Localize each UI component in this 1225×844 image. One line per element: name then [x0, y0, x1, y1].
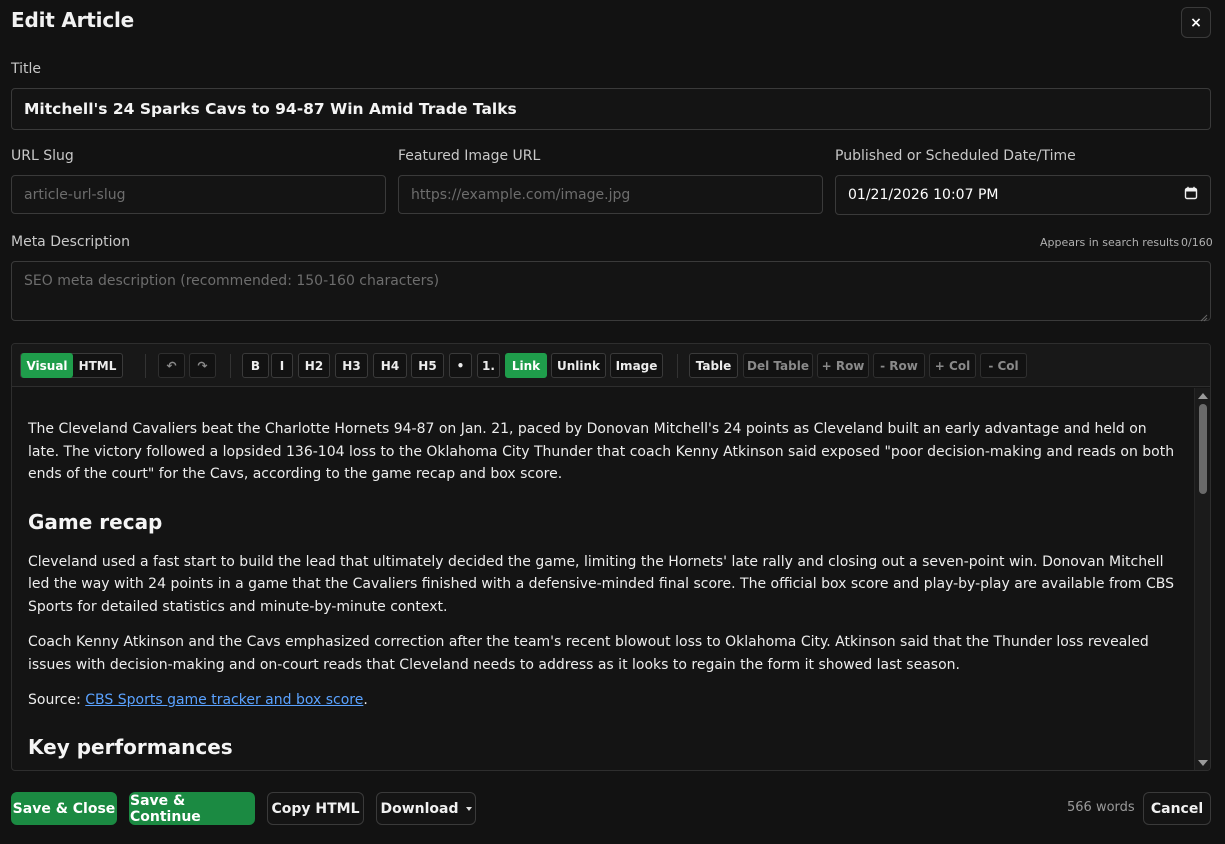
undo-button[interactable]: ↶	[158, 353, 185, 378]
image-url-label: Featured Image URL	[398, 148, 541, 164]
title-input-value: Mitchell's 24 Sparks Cavs to 94-87 Win A…	[24, 100, 517, 118]
bold-button[interactable]: B	[242, 353, 269, 378]
recap-paragraph: Cleveland used a fast start to build the…	[28, 553, 1175, 615]
date-time-input[interactable]: 01/21/2026 10:07 PM	[835, 175, 1211, 215]
meta-char-count: 0/160	[1181, 236, 1213, 249]
source-suffix: .	[363, 692, 368, 708]
delete-column-button[interactable]: - Col	[980, 353, 1027, 378]
cancel-button[interactable]: Cancel	[1143, 792, 1211, 825]
copy-html-button[interactable]: Copy HTML	[267, 792, 364, 825]
image-url-placeholder: https://example.com/image.jpg	[411, 186, 631, 203]
unlink-button[interactable]: Unlink	[551, 353, 606, 378]
download-label: Download	[380, 800, 459, 817]
source-label: Source:	[28, 692, 86, 708]
slug-label: URL Slug	[11, 148, 74, 164]
source-paragraph: Source: CBS Sports game tracker and box …	[28, 689, 1179, 712]
date-time-value: 01/21/2026 10:07 PM	[848, 187, 999, 203]
h3-button[interactable]: H3	[335, 353, 368, 378]
scrollbar-thumb[interactable]	[1199, 404, 1207, 494]
meta-description-label: Meta Description	[11, 234, 130, 250]
save-close-button[interactable]: Save & Close	[11, 792, 117, 825]
heading-key-performances: Key performances	[28, 734, 233, 759]
table-button[interactable]: Table	[689, 353, 738, 378]
html-mode-button[interactable]: HTML	[73, 353, 122, 378]
calendar-icon[interactable]	[1184, 186, 1198, 204]
heading-game-recap: Game recap	[28, 509, 163, 534]
meta-description-placeholder: SEO meta description (recommended: 150-1…	[24, 273, 440, 289]
word-count: 566 words	[1067, 800, 1135, 815]
title-label: Title	[11, 61, 42, 77]
delete-table-button[interactable]: Del Table	[743, 353, 813, 378]
bullet-list-button[interactable]: •	[449, 353, 472, 378]
close-icon: ×	[1190, 14, 1202, 31]
source-link[interactable]: CBS Sports game tracker and box score	[85, 692, 363, 708]
dialog-title: Edit Article	[11, 8, 134, 32]
intro-paragraph: The Cleveland Cavaliers beat the Charlot…	[28, 421, 1175, 482]
download-button[interactable]: Download	[376, 792, 476, 825]
caret-down-icon	[465, 806, 472, 811]
toolbar-divider	[230, 354, 231, 378]
scroll-up-icon[interactable]	[1198, 393, 1208, 399]
visual-mode-button[interactable]: Visual	[21, 353, 73, 378]
redo-button[interactable]: ↷	[189, 353, 216, 378]
meta-description-textarea[interactable]: SEO meta description (recommended: 150-1…	[11, 261, 1211, 322]
scroll-down-icon[interactable]	[1198, 760, 1208, 766]
image-url-input[interactable]: https://example.com/image.jpg	[398, 175, 823, 214]
h2-button[interactable]: H2	[298, 353, 330, 378]
editor-content[interactable]: The Cleveland Cavaliers beat the Charlot…	[12, 388, 1195, 770]
h5-button[interactable]: H5	[411, 353, 444, 378]
italic-button[interactable]: I	[271, 353, 293, 378]
date-label: Published or Scheduled Date/Time	[835, 148, 1076, 164]
editor-toolbar: Visual HTML ↶ ↷ B I H2 H3 H4 H5 • 1. Lin…	[12, 344, 1210, 387]
slug-placeholder: article-url-slug	[24, 186, 126, 203]
toolbar-divider	[145, 354, 146, 378]
close-button[interactable]: ×	[1181, 7, 1211, 38]
add-column-button[interactable]: + Col	[929, 353, 976, 378]
slug-input[interactable]: article-url-slug	[11, 175, 386, 214]
resize-handle-icon[interactable]	[1200, 310, 1208, 322]
title-input[interactable]: Mitchell's 24 Sparks Cavs to 94-87 Win A…	[11, 88, 1211, 130]
save-continue-button[interactable]: Save & Continue	[129, 792, 255, 825]
add-row-button[interactable]: + Row	[817, 353, 869, 378]
h4-button[interactable]: H4	[373, 353, 407, 378]
delete-row-button[interactable]: - Row	[873, 353, 925, 378]
toolbar-divider	[677, 354, 678, 378]
rich-text-editor: Visual HTML ↶ ↷ B I H2 H3 H4 H5 • 1. Lin…	[11, 343, 1211, 771]
link-button[interactable]: Link	[505, 353, 547, 378]
atkinson-paragraph: Coach Kenny Atkinson and the Cavs emphas…	[28, 634, 1149, 673]
meta-hint: Appears in search results	[1040, 236, 1180, 249]
image-button[interactable]: Image	[610, 353, 663, 378]
numbered-list-button[interactable]: 1.	[477, 353, 500, 378]
editor-scrollbar[interactable]	[1194, 388, 1210, 770]
